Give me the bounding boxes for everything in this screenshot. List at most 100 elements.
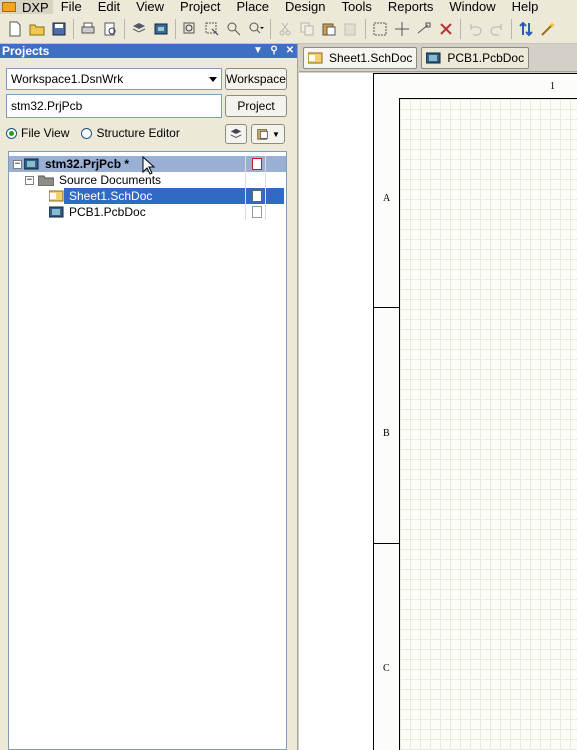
project-tree[interactable]: − stm32.PrjPcb * − Source Documents Shee…	[8, 151, 287, 750]
panel-menu-icon[interactable]: ▼	[253, 45, 263, 57]
tree-file-row[interactable]: PCB1.PcbDoc	[9, 204, 286, 220]
close-icon[interactable]: ✕	[285, 45, 295, 57]
projects-panel: Projects ▼ ⚲ ✕ Workspace1.DsnWrk Workspa…	[0, 44, 298, 750]
open-icon[interactable]	[27, 19, 47, 39]
view-mode-radios: File View Structure Editor	[6, 126, 180, 140]
mouse-cursor-icon	[142, 156, 156, 175]
clear-icon[interactable]	[436, 19, 456, 39]
schematic-icon	[308, 52, 323, 63]
paste-special-icon[interactable]	[341, 19, 361, 39]
print-icon[interactable]	[78, 19, 98, 39]
structure-editor-radio[interactable]: Structure Editor	[81, 126, 180, 140]
schematic-sheet[interactable]: 1 A B C	[373, 73, 577, 750]
save-icon[interactable]	[49, 19, 69, 39]
layers-icon	[230, 128, 242, 138]
toolbar-separator	[365, 18, 366, 39]
menu-view[interactable]: View	[128, 0, 172, 14]
radio-dot[interactable]	[6, 127, 17, 139]
document-options-button[interactable]: ▼	[251, 124, 285, 144]
tab-pcb1-pcbdoc[interactable]: PCB1.PcbDoc	[421, 46, 530, 69]
document-area: Sheet1.SchDoc PCB1.PcbDoc 1 A B C	[299, 44, 577, 750]
zoom-icon[interactable]	[180, 19, 200, 39]
menu-design[interactable]: Design	[277, 0, 333, 14]
schematic-canvas[interactable]: 1 A B C	[299, 73, 577, 750]
dxp-label: DXP	[22, 0, 49, 14]
tree-file-label: PCB1.PcbDoc	[69, 205, 146, 219]
zone-divider	[374, 307, 399, 308]
workspace-button[interactable]: Workspace	[225, 68, 287, 90]
zoom-area-icon[interactable]	[202, 19, 222, 39]
paste-icon[interactable]	[319, 19, 339, 39]
tab-label: Sheet1.SchDoc	[329, 50, 413, 65]
collapse-toggle[interactable]: −	[13, 159, 22, 169]
toolbar-separator	[175, 18, 176, 39]
tree-project-label: stm32.PrjPcb *	[45, 157, 130, 171]
zoom-dropdown-icon[interactable]	[246, 19, 266, 39]
menu-reports[interactable]: Reports	[380, 0, 442, 14]
column-divider	[245, 188, 246, 204]
print-preview-icon[interactable]	[100, 19, 120, 39]
copy-icon[interactable]	[297, 19, 317, 39]
toolbar-separator	[270, 18, 271, 39]
cut-icon[interactable]	[275, 19, 295, 39]
menu-project[interactable]: Project	[172, 0, 228, 14]
workspace-select[interactable]: Workspace1.DsnWrk	[6, 68, 222, 90]
board-icon[interactable]	[151, 19, 171, 39]
column-divider	[245, 172, 246, 188]
pin-icon[interactable]: ⚲	[269, 45, 279, 57]
tab-sheet1-schdoc[interactable]: Sheet1.SchDoc	[303, 46, 418, 69]
zoom-fit-icon[interactable]	[224, 19, 244, 39]
chevron-down-icon[interactable]	[209, 76, 217, 82]
file-view-radio[interactable]: File View	[6, 126, 69, 140]
zone-label-b: B	[383, 428, 390, 439]
project-button[interactable]: Project	[225, 95, 287, 117]
undo-icon[interactable]	[465, 19, 485, 39]
chevron-down-icon: ▼	[272, 129, 280, 139]
menu-help[interactable]: Help	[504, 0, 547, 14]
sheet-top-border	[374, 73, 577, 74]
deselect-icon[interactable]	[414, 19, 434, 39]
column-divider	[265, 172, 266, 188]
project-value: stm32.PrjPcb	[11, 99, 83, 113]
sheet-drawing-area[interactable]	[399, 98, 577, 750]
select-icon[interactable]	[370, 19, 390, 39]
column-divider	[245, 204, 246, 220]
project-field[interactable]: stm32.PrjPcb	[6, 94, 222, 118]
menu-bar: DXP File Edit View Project Place Design …	[0, 0, 577, 14]
toolbar-separator	[124, 18, 125, 39]
tab-label: PCB1.PcbDoc	[447, 50, 525, 65]
column-divider	[265, 188, 266, 204]
tree-file-row[interactable]: Sheet1.SchDoc	[9, 188, 286, 204]
menu-edit[interactable]: Edit	[90, 0, 128, 14]
menu-place[interactable]: Place	[229, 0, 278, 14]
column-divider	[265, 204, 266, 220]
layers-icon[interactable]	[129, 19, 149, 39]
toolbar-separator	[511, 18, 512, 39]
pcb-icon	[426, 52, 441, 63]
dxp-menu[interactable]: DXP	[0, 0, 53, 14]
menu-tools[interactable]: Tools	[334, 0, 380, 14]
menu-file[interactable]: File	[53, 0, 90, 14]
pcb-icon	[49, 206, 64, 218]
menu-window[interactable]: Window	[441, 0, 503, 14]
new-doc-icon[interactable]	[5, 19, 25, 39]
zone-label-c: C	[383, 663, 390, 674]
document-tabs: Sheet1.SchDoc PCB1.PcbDoc	[299, 44, 577, 72]
wand-icon[interactable]	[538, 19, 558, 39]
document-icon	[252, 206, 262, 218]
sort-icon[interactable]	[516, 19, 536, 39]
folder-icon	[38, 175, 54, 186]
column-label: 1	[550, 81, 555, 92]
column-divider	[265, 156, 266, 172]
collapse-toggle[interactable]: −	[25, 175, 34, 185]
move-icon[interactable]	[392, 19, 412, 39]
column-divider	[245, 156, 246, 172]
panel-title: Projects	[2, 44, 50, 58]
redo-icon[interactable]	[487, 19, 507, 39]
zone-label-a: A	[383, 193, 391, 204]
tree-file-label: Sheet1.SchDoc	[67, 189, 155, 203]
file-view-label: File View	[21, 126, 70, 140]
toolbar-separator	[73, 18, 74, 39]
layers-view-button[interactable]	[225, 124, 247, 144]
radio-dot[interactable]	[81, 127, 93, 139]
